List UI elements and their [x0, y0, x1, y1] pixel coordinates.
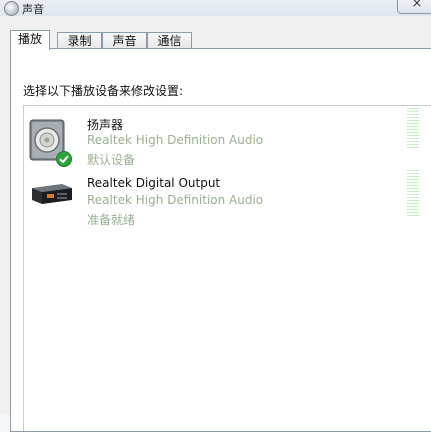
- tab-recording[interactable]: 录制: [57, 32, 102, 49]
- tab-playback[interactable]: 播放: [10, 30, 50, 50]
- default-check-icon: [56, 151, 72, 167]
- sound-app-icon: [4, 1, 19, 16]
- device-status: 准备就绪: [87, 213, 136, 227]
- device-item-speakers[interactable]: 扬声器 Realtek High Definition Audio 默认设备: [24, 108, 431, 174]
- tab-communications[interactable]: 通信: [147, 32, 192, 49]
- device-name: 扬声器: [87, 118, 124, 132]
- device-description: Realtek High Definition Audio: [87, 193, 264, 207]
- device-list: 扬声器 Realtek High Definition Audio 默认设备 R…: [23, 105, 431, 431]
- playback-panel: 选择以下播放设备来修改设置: 扬声器 Realtek High Definiti…: [10, 48, 431, 432]
- level-meter: [407, 108, 419, 148]
- tab-bar: 播放 录制 声音 通信: [10, 30, 430, 50]
- digital-output-icon: [32, 184, 72, 204]
- tab-sounds[interactable]: 声音: [102, 32, 147, 49]
- device-name: Realtek Digital Output: [87, 176, 221, 190]
- level-meter: [407, 170, 419, 216]
- close-button[interactable]: ×: [397, 0, 431, 14]
- device-status: 默认设备: [87, 153, 136, 167]
- device-item-digital-output[interactable]: Realtek Digital Output Realtek High Defi…: [24, 170, 431, 234]
- instruction-text: 选择以下播放设备来修改设置:: [23, 84, 184, 98]
- sound-dialog: 播放 录制 声音 通信 选择以下播放设备来修改设置: 扬声器 Realtek H…: [0, 16, 431, 432]
- window-title: 声音: [22, 3, 44, 16]
- device-description: Realtek High Definition Audio: [87, 133, 264, 147]
- title-bar: 声音 ×: [0, 0, 431, 16]
